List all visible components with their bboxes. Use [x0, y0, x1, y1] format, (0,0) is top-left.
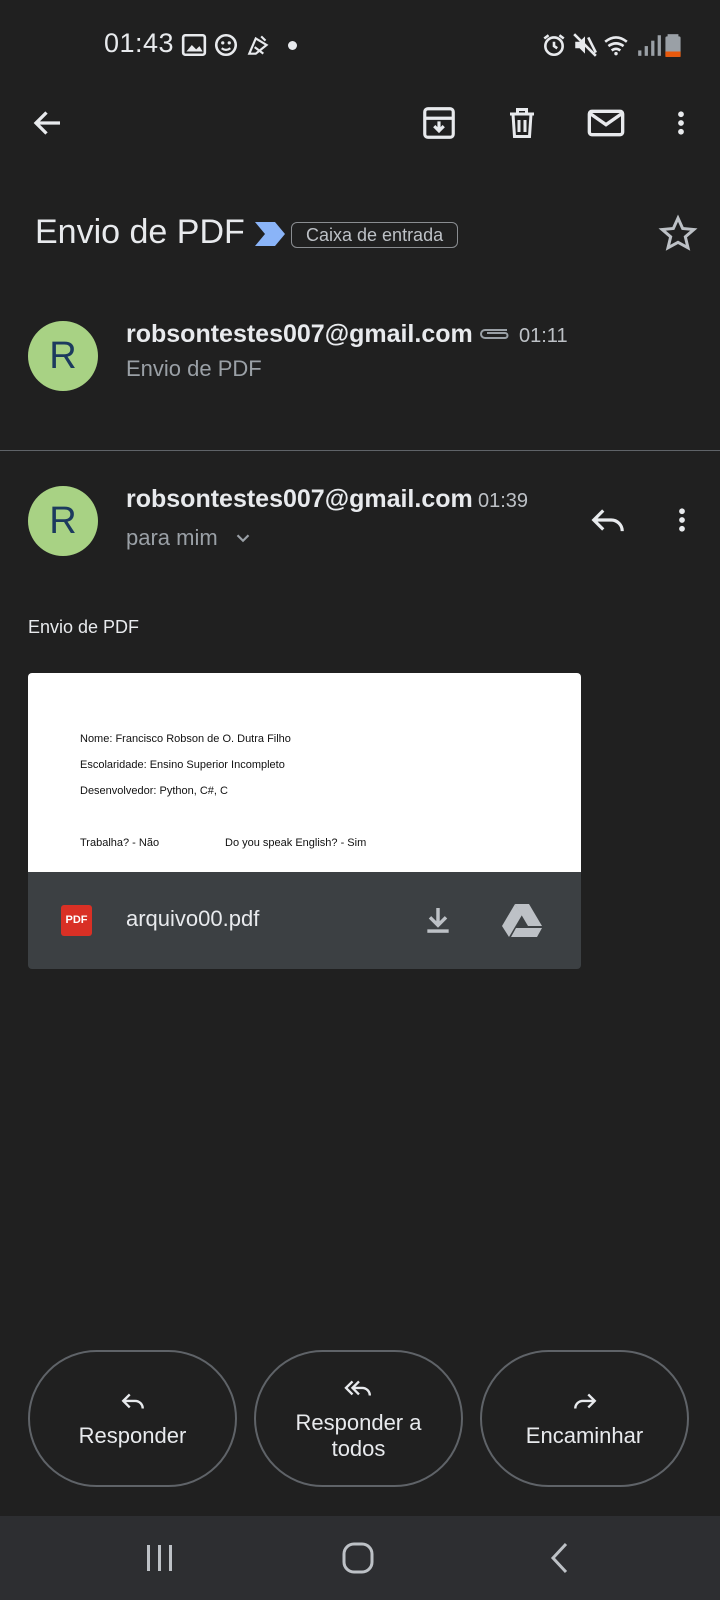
- preview-line: Desenvolvedor: Python, C#, C: [80, 785, 228, 797]
- message-more-button[interactable]: [654, 492, 710, 548]
- recent-apps-icon: [147, 1545, 172, 1571]
- recipient-text: para mim: [126, 525, 218, 550]
- attachment-filename: arquivo00.pdf: [126, 906, 260, 931]
- message-body: Envio de PDF: [28, 617, 140, 637]
- save-to-drive-button[interactable]: [494, 892, 550, 948]
- archive-icon: [423, 107, 455, 139]
- reply-icon: [591, 509, 624, 532]
- reply-action-button[interactable]: Responder: [28, 1350, 237, 1487]
- alarm-icon: [543, 34, 565, 57]
- notification-icon: [247, 35, 269, 55]
- reply-icon: [121, 1393, 144, 1409]
- recent-apps-button[interactable]: [134, 1532, 186, 1584]
- sender-name: robsontestes007@gmail.com: [126, 485, 473, 513]
- chevron-down-icon: [236, 534, 249, 543]
- star-icon[interactable]: [658, 214, 698, 254]
- sender-name: robsontestes007@gmail.com: [126, 320, 473, 348]
- forward-label: Encaminhar: [525, 1422, 644, 1448]
- status-time: 01:43: [104, 28, 175, 58]
- reply-button[interactable]: [580, 492, 636, 548]
- mark-unread-icon: [587, 109, 625, 137]
- reply-all-label-line2: todos: [331, 1435, 386, 1461]
- inbox-label-chip[interactable]: Caixa de entrada: [291, 222, 459, 248]
- download-button[interactable]: [410, 892, 466, 948]
- forward-icon: [573, 1393, 596, 1409]
- wifi-icon: [604, 36, 628, 56]
- dot-icon: [288, 41, 297, 50]
- signal-icon: [638, 35, 661, 56]
- mute-icon: [573, 33, 597, 57]
- attachment-footer: PDF arquivo00.pdf: [28, 872, 581, 969]
- avatar: R: [28, 321, 98, 391]
- message-time: 01:11: [519, 325, 568, 347]
- back-button[interactable]: [20, 95, 76, 151]
- pdf-file-icon: PDF: [61, 905, 92, 936]
- reply-all-action-button[interactable]: Responder a todos: [254, 1350, 463, 1487]
- message-time: 01:39: [478, 490, 529, 512]
- download-icon: [427, 908, 449, 933]
- home-icon: [342, 1542, 374, 1574]
- chevron-left-icon: [550, 1542, 568, 1574]
- attachment-clip-icon: [480, 329, 509, 339]
- more-vert-icon: [678, 111, 684, 135]
- message-divider: [0, 450, 720, 451]
- image-icon: [181, 33, 207, 57]
- archive-button[interactable]: [411, 95, 467, 151]
- preview-line: Do you speak English? - Sim: [225, 837, 367, 849]
- more-options-button[interactable]: [653, 95, 709, 151]
- reply-all-icon: [343, 1380, 371, 1396]
- recipient-details-toggle[interactable]: para mim: [126, 525, 254, 551]
- attachment-preview[interactable]: Nome: Francisco Robson de O. Dutra Filho…: [28, 673, 581, 872]
- preview-line: Nome: Francisco Robson de O. Dutra Filho: [80, 733, 291, 745]
- reply-all-label-line1: Responder a: [295, 1409, 422, 1435]
- sync-face-icon: [214, 33, 238, 57]
- delete-icon: [510, 108, 534, 138]
- back-arrow-icon: [33, 111, 60, 135]
- message-snippet: Envio de PDF: [126, 356, 262, 381]
- battery-icon: [665, 34, 681, 57]
- preview-line: Trabalha? - Não: [80, 837, 160, 849]
- delete-button[interactable]: [494, 95, 550, 151]
- reply-label: Responder: [78, 1422, 187, 1448]
- important-marker-icon[interactable]: [253, 218, 287, 250]
- system-back-button[interactable]: [534, 1532, 586, 1584]
- attachment-card[interactable]: Nome: Francisco Robson de O. Dutra Filho…: [28, 673, 581, 969]
- forward-action-button[interactable]: Encaminhar: [480, 1350, 689, 1487]
- email-subject: Envio de PDF: [35, 213, 245, 251]
- more-vert-icon: [679, 508, 685, 532]
- preview-line: Escolaridade: Ensino Superior Incompleto: [80, 759, 285, 771]
- home-button[interactable]: [332, 1532, 384, 1584]
- system-navigation-bar: [0, 1516, 720, 1600]
- drive-icon: [502, 904, 542, 937]
- avatar: R: [28, 486, 98, 556]
- mark-unread-button[interactable]: [578, 95, 634, 151]
